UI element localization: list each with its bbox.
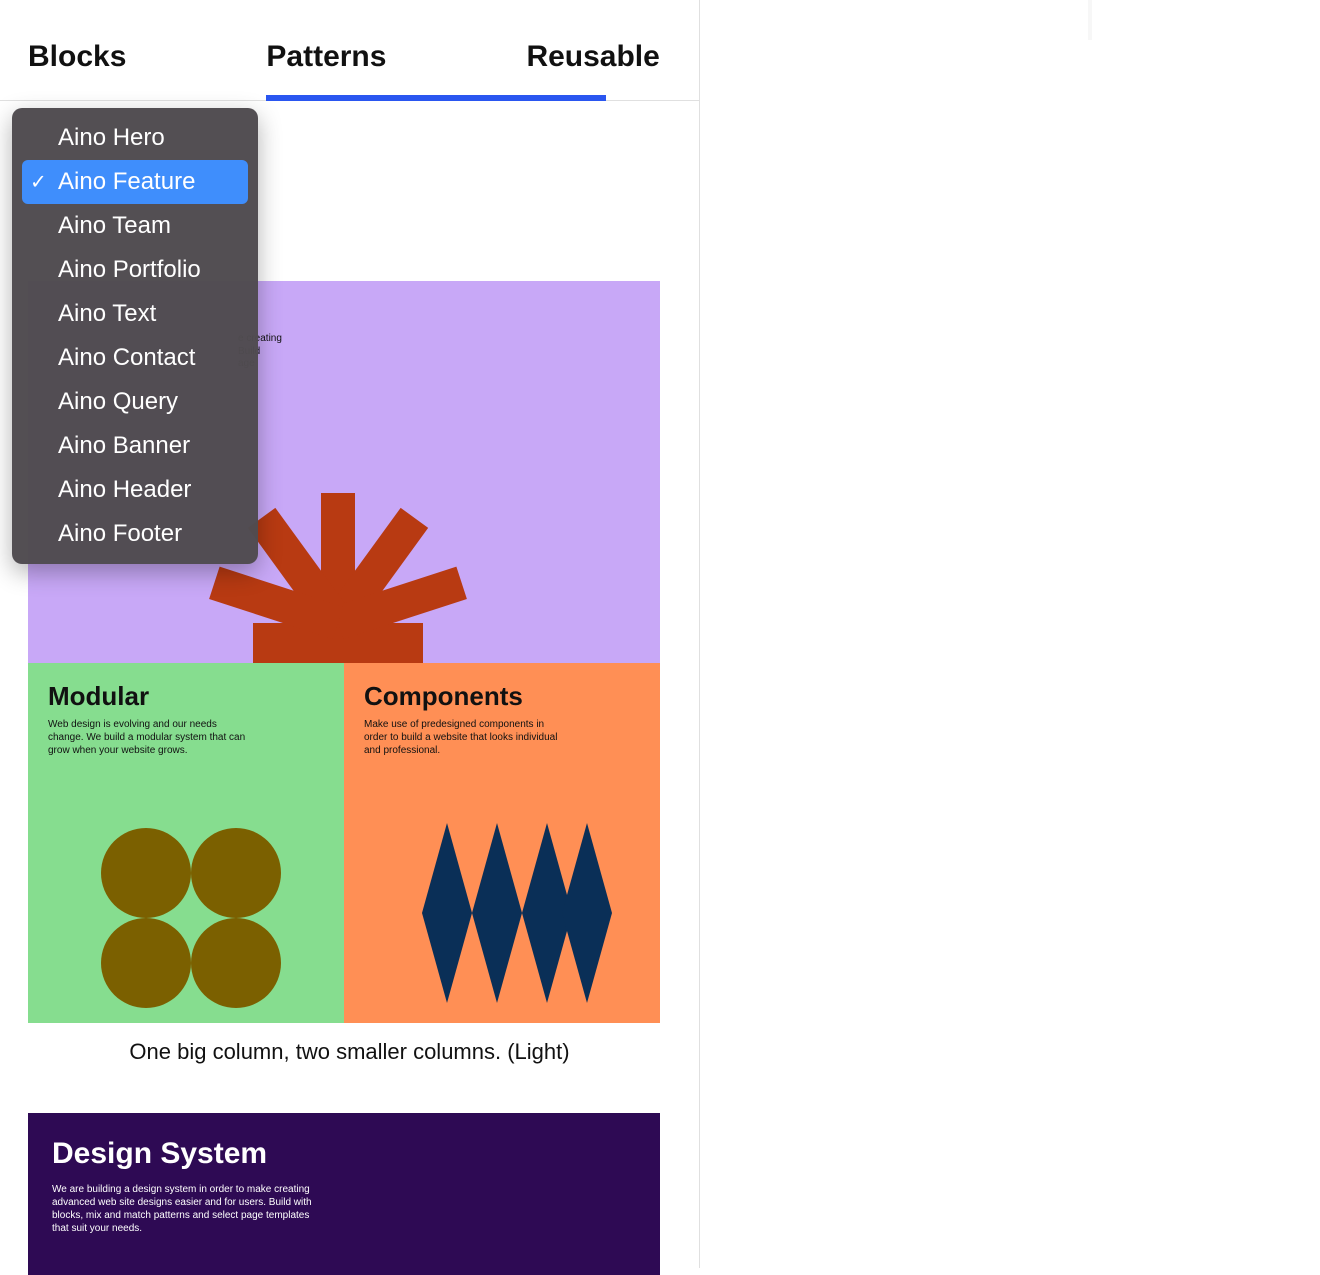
dropdown-item-label: Aino Hero [58, 124, 165, 152]
components-card: Components Make use of predesigned compo… [344, 663, 660, 1023]
card-desc: Make use of predesigned components in or… [364, 718, 564, 757]
dropdown-item-aino-team[interactable]: Aino Team [22, 204, 248, 248]
dropdown-item-label: Aino Text [58, 300, 156, 328]
dropdown-item-aino-hero[interactable]: Aino Hero [22, 116, 248, 160]
tab-blocks[interactable]: Blocks [28, 40, 126, 100]
card-desc: e creating Build age [238, 333, 493, 371]
dropdown-item-aino-banner[interactable]: Aino Banner [22, 424, 248, 468]
dropdown-item-label: Aino Team [58, 212, 171, 240]
check-icon: ✓ [30, 170, 47, 195]
dropdown-item-aino-contact[interactable]: Aino Contact [22, 336, 248, 380]
dropdown-item-label: Aino Contact [58, 344, 195, 372]
dropdown-item-label: Aino Banner [58, 432, 190, 460]
dropdown-item-aino-text[interactable]: Aino Text [22, 292, 248, 336]
card-desc: Web design is evolving and our needs cha… [48, 718, 248, 757]
dropdown-item-label: Aino Query [58, 388, 178, 416]
tab-reusable[interactable]: Reusable [526, 40, 659, 100]
dropdown-item-aino-feature[interactable]: ✓ Aino Feature [22, 160, 248, 204]
card-title: Design System [52, 1137, 636, 1171]
dropdown-item-aino-header[interactable]: Aino Header [22, 468, 248, 512]
pattern-caption: One big column, two smaller columns. (Li… [28, 1039, 671, 1065]
tabs-row: Blocks Patterns Reusable [0, 0, 699, 101]
inserter-panel: Blocks Patterns Reusable Aino Hero✓Aino … [0, 0, 700, 1268]
pattern-row-2: Modular Web design is evolving and our n… [28, 663, 660, 1023]
right-divider [1088, 0, 1092, 40]
dropdown-item-aino-query[interactable]: Aino Query [22, 380, 248, 424]
modular-card: Modular Web design is evolving and our n… [28, 663, 344, 1023]
dropdown-item-aino-portfolio[interactable]: Aino Portfolio [22, 248, 248, 292]
tab-patterns[interactable]: Patterns [266, 40, 386, 100]
card-desc: We are building a design system in order… [52, 1183, 312, 1235]
circles-icon [28, 813, 344, 1013]
dropdown-item-aino-footer[interactable]: Aino Footer [22, 512, 248, 556]
pattern-preview-dark[interactable]: Design System We are building a design s… [28, 1113, 660, 1275]
card-title: Components [364, 681, 640, 712]
dropdown-item-label: Aino Header [58, 476, 191, 504]
pattern-category-dropdown[interactable]: Aino Hero ✓ Aino Feature Aino Team Aino Port… [12, 108, 258, 564]
diamonds-icon [344, 813, 660, 1013]
dropdown-item-label: Aino Portfolio [58, 256, 201, 284]
card-title: Modular [48, 681, 324, 712]
dropdown-item-label: Aino Footer [58, 520, 182, 548]
dropdown-item-label: Aino Feature [58, 168, 195, 196]
